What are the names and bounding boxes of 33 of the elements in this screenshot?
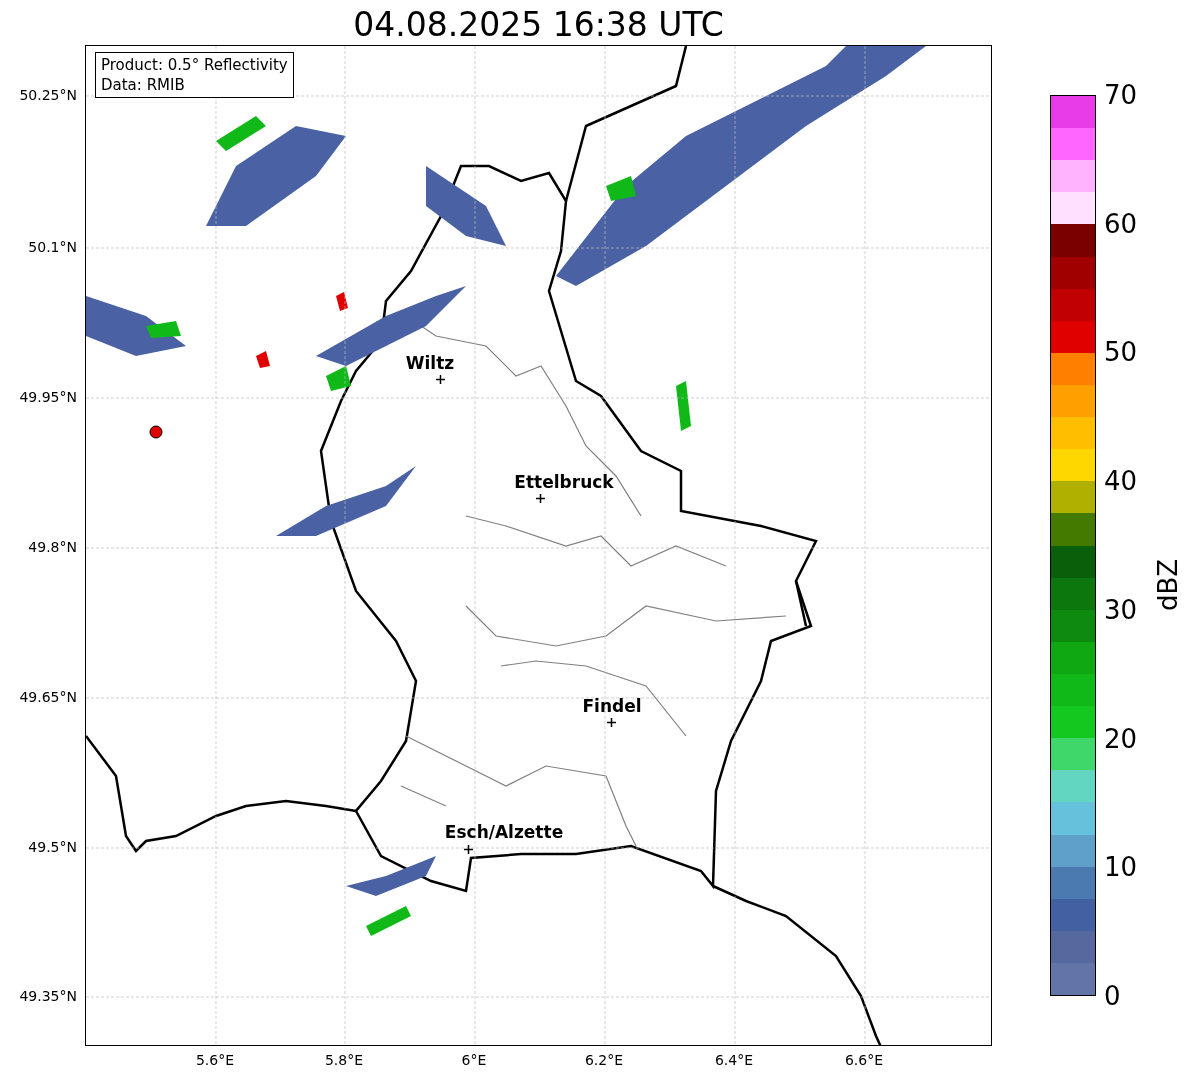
scale-label: 50	[1104, 338, 1138, 367]
longitude-label: 6.4°E	[714, 1052, 754, 1068]
latitude-label: 49.5°N	[28, 839, 77, 855]
city-label: Ettelbruck	[514, 472, 614, 492]
longitude-label: 5.6°E	[195, 1052, 235, 1068]
scale-label: 40	[1104, 467, 1138, 496]
marker-icon	[464, 845, 473, 854]
marker-icon	[536, 494, 545, 503]
latitude-label: 50.1°N	[28, 239, 77, 255]
latitude-label: 49.95°N	[19, 389, 77, 405]
city-label: Wiltz	[405, 353, 455, 373]
longitude-label: 6.2°E	[584, 1052, 624, 1068]
marker-icon	[607, 718, 616, 727]
chart-title: 04.08.2025 16:38 UTC	[353, 5, 724, 44]
latitude-label: 49.35°N	[19, 988, 77, 1004]
scale-label: 10	[1104, 853, 1138, 882]
scale-label: 30	[1104, 595, 1138, 624]
info-text: Product: 0.5° Reflectivity	[101, 55, 288, 75]
marker-icon	[436, 375, 445, 384]
latitude-label: 50.25°N	[19, 87, 77, 103]
city-label: Esch/Alzette	[444, 822, 564, 842]
scale-label: 20	[1104, 724, 1138, 753]
axis-label: dBZ	[1153, 558, 1183, 612]
city-label: Findel	[582, 696, 642, 716]
scale-label: 70	[1104, 81, 1138, 109]
latitude-label: 49.65°N	[19, 689, 77, 705]
latitude-label: 49.8°N	[28, 539, 77, 555]
info-text: Data: RMIB	[101, 75, 186, 95]
longitude-label: 6.6°E	[844, 1052, 884, 1068]
longitude-label: 6°E	[461, 1052, 487, 1068]
longitude-label: 5.8°E	[324, 1052, 364, 1068]
scale-label: 60	[1104, 209, 1138, 238]
scale-label: 0	[1104, 982, 1121, 1010]
